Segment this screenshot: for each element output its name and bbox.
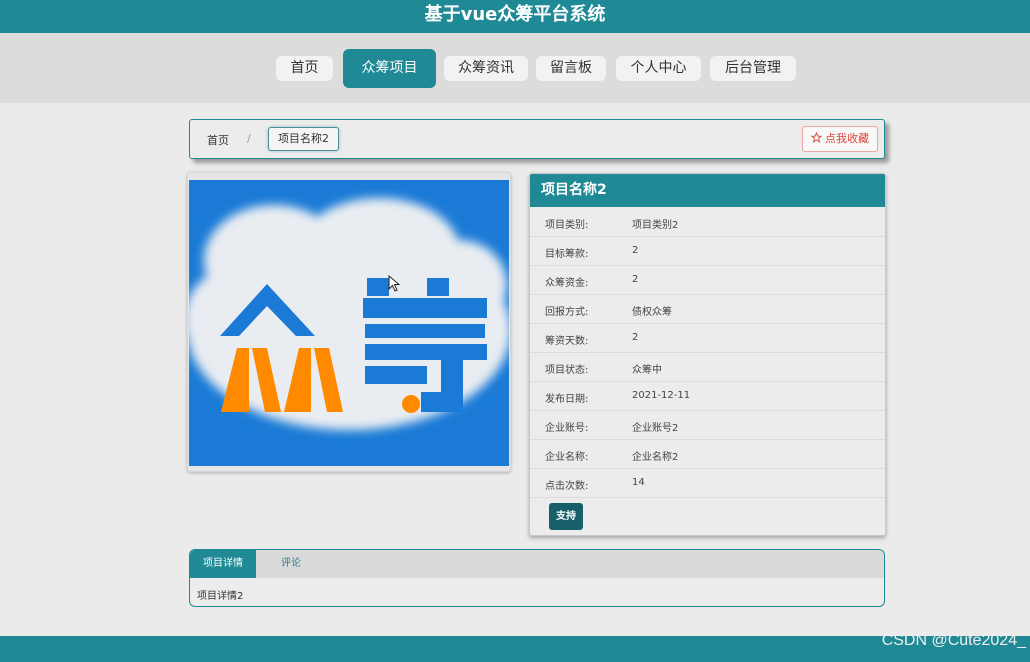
info-label: 项目类别: [545,220,589,231]
project-info-card: 项目名称2 项目类别: 项目类别2 目标筹款: 2 众筹资金: 2 回报方式: … [529,173,886,536]
watermark: CSDN @Cute2024_ [881,632,1026,649]
nav-band: 首页 众筹项目 众筹资讯 留言板 个人中心 后台管理 [0,33,1030,103]
info-value: 2 [632,245,639,256]
info-row-company-name: 企业名称: 企业名称2 [530,439,885,469]
info-label: 企业账号: [545,423,589,434]
detail-tabs: 项目详情 评论 项目详情2 [189,549,885,607]
info-value: 企业账号2 [632,423,679,434]
info-value: 2 [632,274,639,285]
nav-item-home[interactable]: 首页 [276,56,333,81]
project-image [189,180,509,466]
support-button[interactable]: 支持 [549,503,583,530]
info-label: 企业名称: [545,452,589,463]
mouse-cursor-icon [388,275,400,292]
project-title: 项目名称2 [530,174,885,207]
info-value: 债权众筹 [632,307,672,318]
info-row-click-count: 点击次数: 14 [530,468,885,498]
nav-item-news[interactable]: 众筹资讯 [444,56,528,81]
app-title-bar: 基于vue众筹平台系统 [0,0,1030,33]
info-label: 目标筹款: [545,249,589,260]
star-outline-icon [810,131,822,143]
footer-bar [0,636,1030,662]
breadcrumb-separator: / [247,132,251,145]
nav-item-message-board[interactable]: 留言板 [536,56,606,81]
info-label: 点击次数: [545,481,589,492]
info-row-publish-date: 发布日期: 2021-12-11 [530,381,885,411]
info-value: 项目类别2 [632,220,679,231]
info-value: 2 [632,332,639,343]
info-label: 项目状态: [545,365,589,376]
info-label: 发布日期: [545,394,589,405]
nav-item-personal-center[interactable]: 个人中心 [616,56,701,81]
info-row-target-amount: 目标筹款: 2 [530,236,885,266]
info-row-status: 项目状态: 众筹中 [530,352,885,382]
breadcrumb-home-link[interactable]: 首页 [207,132,229,148]
tab-project-details[interactable]: 项目详情 [190,550,256,578]
nav-item-admin[interactable]: 后台管理 [710,56,796,81]
info-row-raised-funds: 众筹资金: 2 [530,265,885,295]
info-row-return-method: 回报方式: 债权众筹 [530,294,885,324]
info-value: 企业名称2 [632,452,679,463]
info-value: 14 [632,477,645,488]
info-value: 2021-12-11 [632,390,691,401]
tab-comments[interactable]: 评论 [256,550,326,578]
tab-content: 项目详情2 [197,591,244,602]
app-title: 基于vue众筹平台系统 [424,4,606,25]
info-label: 筹资天数: [545,336,589,347]
info-row-category: 项目类别: 项目类别2 [530,207,885,237]
nav-item-projects[interactable]: 众筹项目 [343,49,436,88]
info-label: 众筹资金: [545,278,589,289]
favorite-label: 点我收藏 [825,132,869,145]
tabs-header: 项目详情 评论 [190,550,884,578]
project-image-card [187,172,511,472]
favorite-button[interactable]: 点我收藏 [801,126,878,152]
info-row-funding-days: 筹资天数: 2 [530,323,885,353]
info-label: 回报方式: [545,307,589,318]
breadcrumb-current: 项目名称2 [268,127,339,151]
info-value: 众筹中 [632,365,662,376]
breadcrumb: 首页 / 项目名称2 点我收藏 [189,119,885,159]
info-row-company-account: 企业账号: 企业账号2 [530,410,885,440]
main-nav: 首页 众筹项目 众筹资讯 留言板 个人中心 后台管理 [0,49,1030,89]
